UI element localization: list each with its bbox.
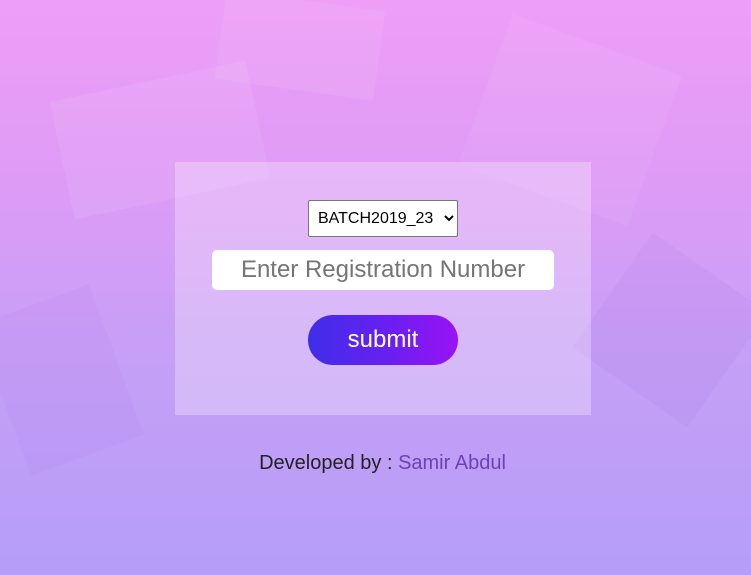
background-shape: [572, 232, 751, 428]
login-card: BATCH2019_23 submit: [175, 162, 591, 415]
footer: Developed by : Samir Abdul: [0, 452, 751, 475]
background-shape: [0, 284, 144, 476]
footer-prefix: Developed by :: [259, 452, 399, 474]
submit-button[interactable]: submit: [308, 315, 458, 365]
author-name: Samir Abdul: [398, 452, 506, 474]
registration-number-input[interactable]: [212, 250, 554, 290]
batch-select[interactable]: BATCH2019_23: [308, 200, 458, 237]
